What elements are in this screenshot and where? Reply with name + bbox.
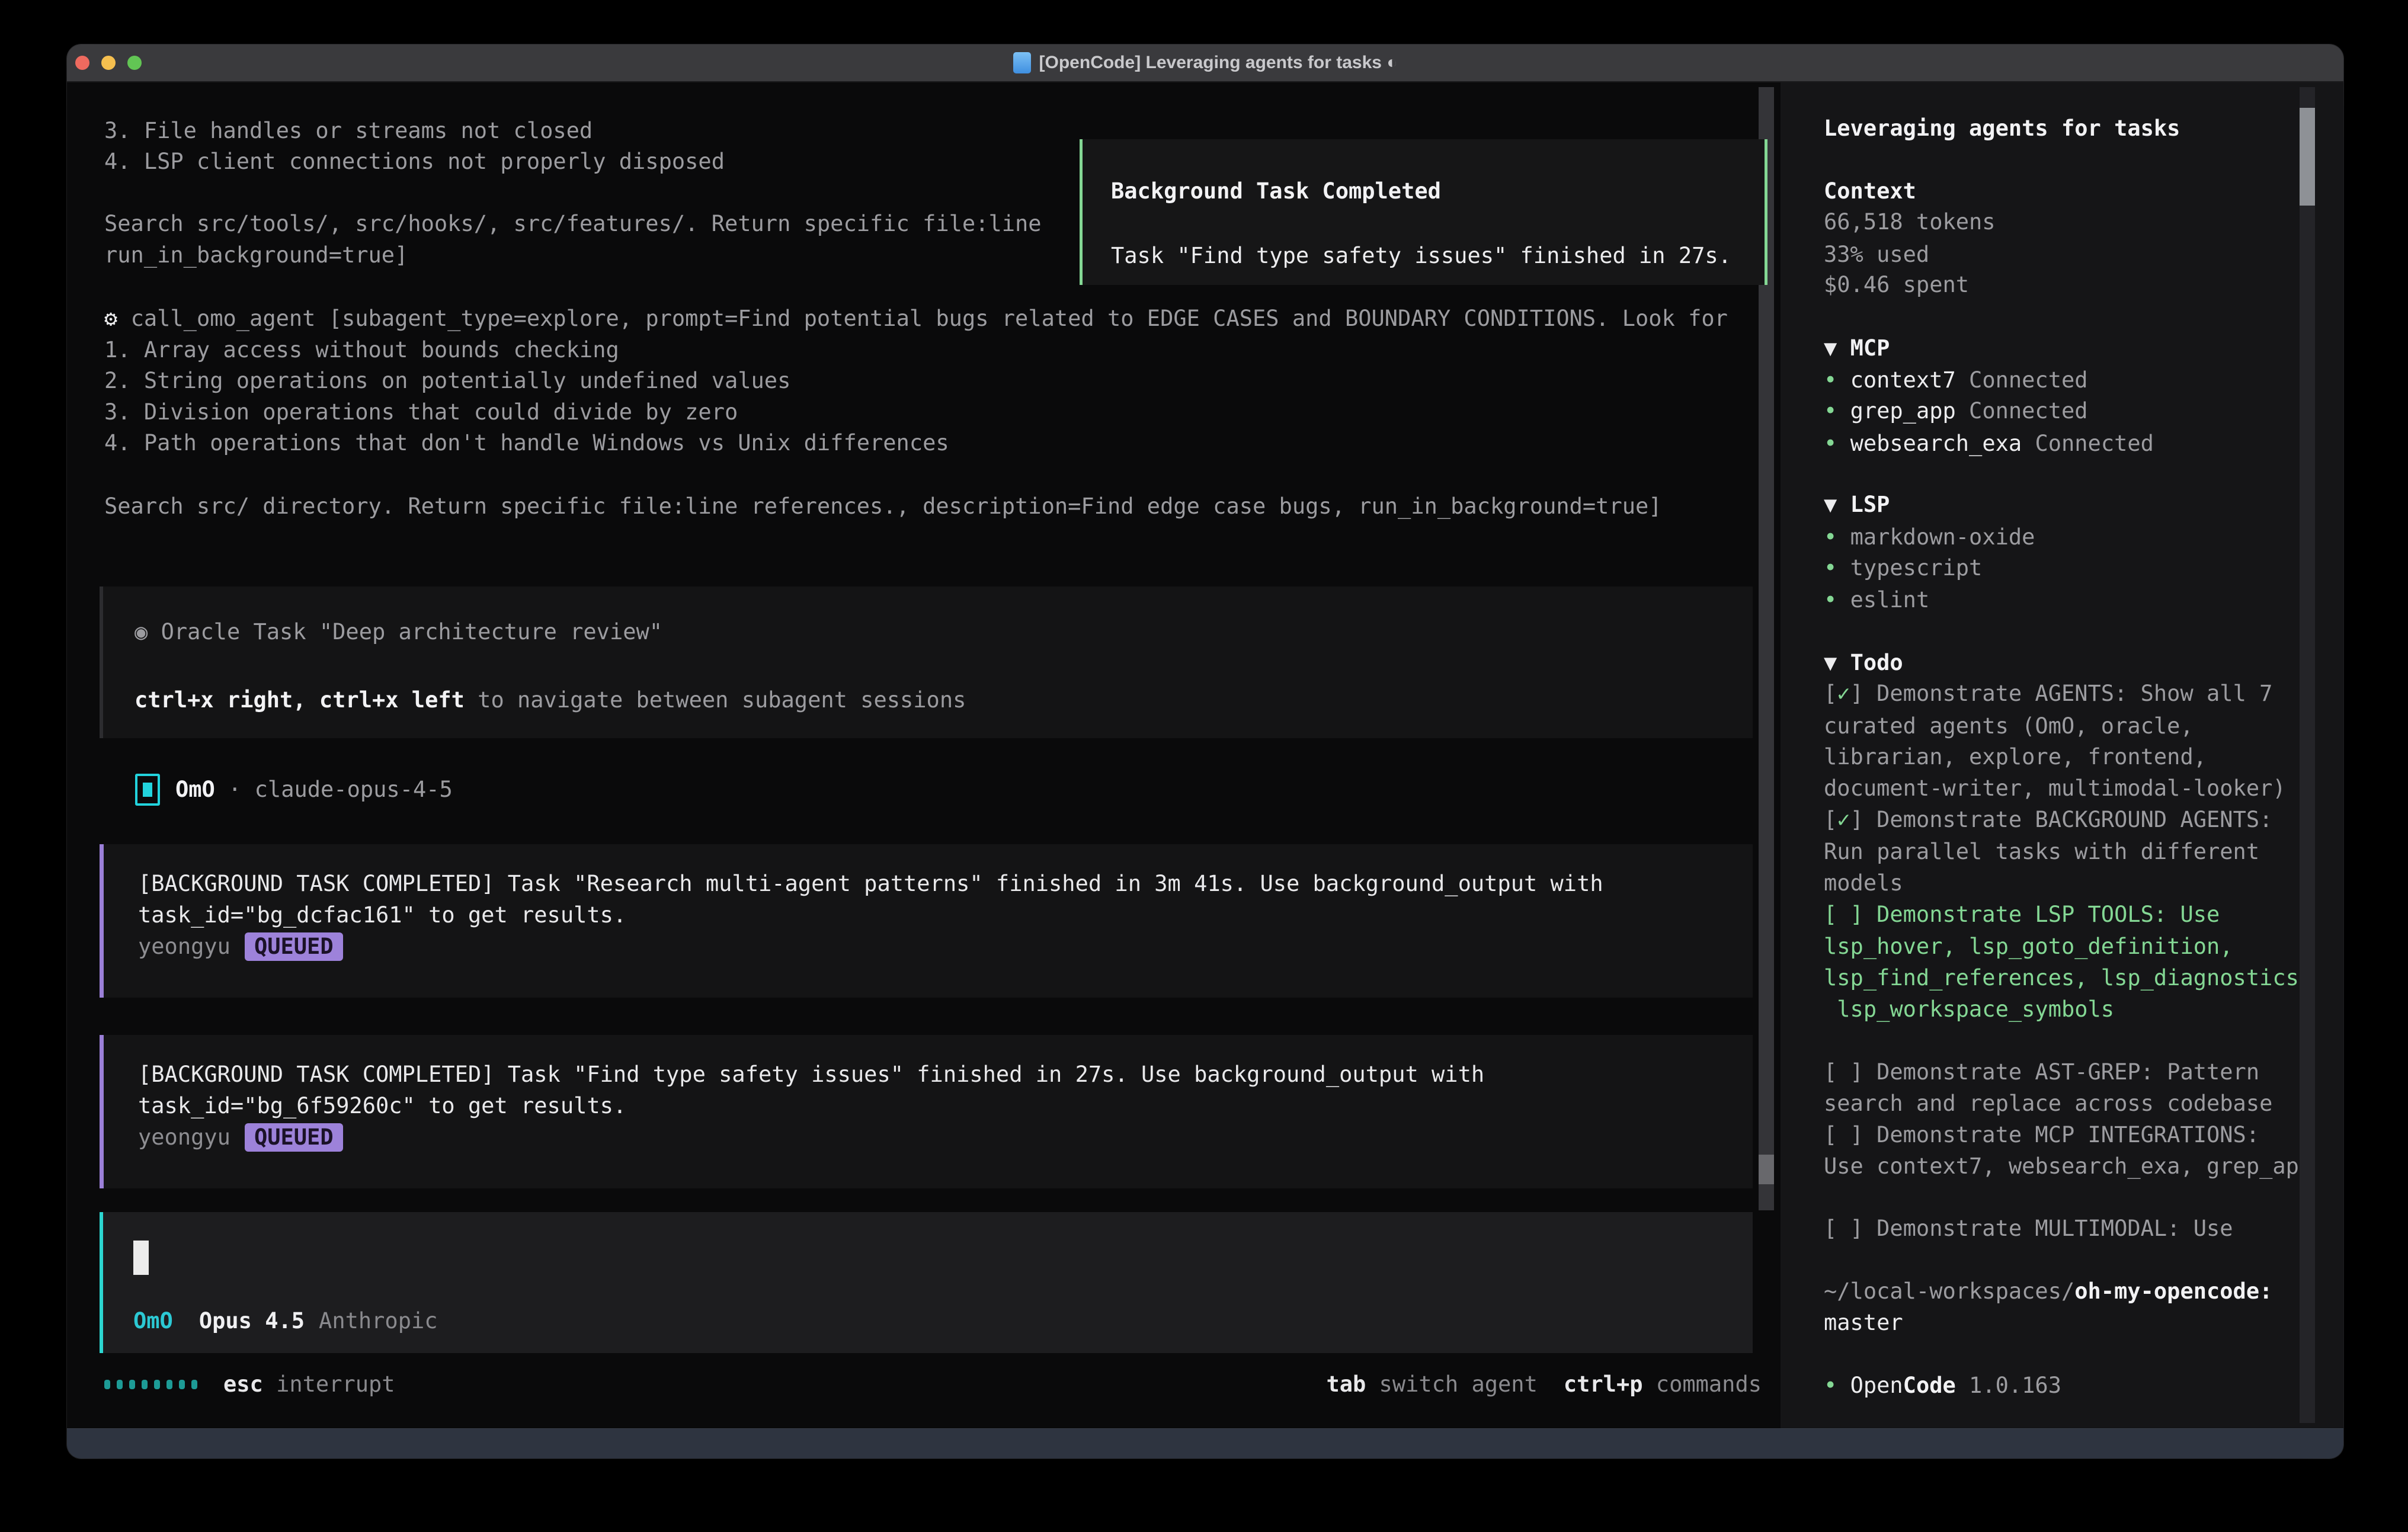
sidebar-line: $0.46 spent <box>1824 269 2304 300</box>
sidebar-line: • grep_app Connected <box>1824 395 2304 427</box>
window-title-text: [OpenCode] Leveraging agents for tasks ◐ <box>1039 53 1398 73</box>
switch-agent-label: switch agent <box>1366 1371 1538 1397</box>
input-meta: OmO Opus 4.5 Anthropic <box>133 1305 438 1337</box>
sidebar-line: [ ] Demonstrate MULTIMODAL: Use <box>1824 1213 2304 1244</box>
sidebar-line: [ ] Demonstrate AST-GREP: Pattern <box>1824 1056 2304 1088</box>
oracle-task-hint: ctrl+x right, ctrl+x left to navigate be… <box>135 684 966 716</box>
terminal-line: 2. String operations on potentially unde… <box>104 365 790 396</box>
prompt-input[interactable]: OmO Opus 4.5 Anthropic <box>100 1212 1753 1353</box>
task-line: [BACKGROUND TASK COMPLETED] Task "Resear… <box>138 868 1603 899</box>
terminal-line: 1. Array access without bounds checking <box>104 334 619 366</box>
agent-name: OmO <box>175 777 215 802</box>
tab-key-hint[interactable]: tab <box>1326 1371 1366 1397</box>
input-agent: OmO <box>133 1305 173 1337</box>
terminal-line: Search src/ directory. Return specific f… <box>104 491 1662 522</box>
opencode-window: [OpenCode] Leveraging agents for tasks ◐… <box>67 44 2343 1459</box>
sidebar-line: Use context7, websearch_exa, grep_app <box>1824 1150 2304 1182</box>
esc-key-hint[interactable]: esc <box>223 1371 263 1397</box>
sidebar-line: curated agents (OmO, oracle, <box>1824 710 2304 742</box>
task-user: yeongyu <box>138 1121 230 1153</box>
scrollbar-thumb[interactable] <box>1759 1155 1774 1184</box>
sidebar-line: • context7 Connected <box>1824 364 2304 396</box>
sidebar-line: • typescript <box>1824 552 2304 584</box>
background-task-toast: Background Task Completed Task "Find typ… <box>1080 139 1767 285</box>
sidebar-line: • markdown-oxide <box>1824 521 2304 553</box>
progress-spinner-icon <box>104 1380 197 1389</box>
interrupt-label: interrupt <box>263 1371 395 1397</box>
status-bar: esc interrupt tab switch agent ctrl+p co… <box>104 1368 1762 1400</box>
terminal-line: 3. File handles or streams not closed <box>104 115 593 146</box>
sidebar-line[interactable]: ▼ LSP <box>1824 489 2304 520</box>
conversation-pane[interactable]: 3. File handles or streams not closed4. … <box>67 82 1781 1429</box>
agent-checkbox-icon <box>135 774 160 806</box>
terminal-line: 4. Path operations that don't handle Win… <box>104 427 949 459</box>
task-line: task_id="bg_6f59260c" to get results. <box>138 1090 626 1121</box>
window-bottom-bar <box>67 1428 2343 1459</box>
status-badge: QUEUED <box>245 1123 343 1152</box>
oracle-task-title: ◉ Oracle Task "Deep architecture review" <box>135 616 662 648</box>
task-meta: yeongyu QUEUED <box>138 1121 343 1153</box>
sidebar-line: models <box>1824 867 2304 899</box>
oracle-task-box: ◉ Oracle Task "Deep architecture review"… <box>100 586 1753 738</box>
minimize-button[interactable] <box>101 56 116 70</box>
task-line: task_id="bg_dcfac161" to get results. <box>138 899 626 931</box>
sidebar: Leveraging agents for tasks Context66,518… <box>1781 82 2343 1429</box>
sidebar-line: ~/local-workspaces/oh-my-opencode: <box>1824 1275 2304 1307</box>
commands-label: commands <box>1643 1371 1762 1397</box>
sidebar-line: 33% used <box>1824 239 2304 270</box>
sidebar-line: [✓] Demonstrate AGENTS: Show all 7 <box>1824 678 2304 709</box>
agent-header: OmO · claude-opus-4-5 <box>135 774 453 805</box>
traffic-lights <box>75 44 142 81</box>
sidebar-scrollbar[interactable] <box>2300 87 2315 1423</box>
agent-separator: · <box>215 777 255 802</box>
folder-icon <box>1013 52 1031 73</box>
input-model: Opus 4.5 <box>199 1305 305 1337</box>
task-line: [BACKGROUND TASK COMPLETED] Task "Find t… <box>138 1059 1484 1090</box>
sidebar-line: 66,518 tokens <box>1824 206 2304 238</box>
scrollbar-thumb[interactable] <box>2300 108 2315 206</box>
input-provider: Anthropic <box>319 1305 437 1337</box>
titlebar[interactable]: [OpenCode] Leveraging agents for tasks ◐ <box>67 44 2343 82</box>
sidebar-line: [ ] Demonstrate MCP INTEGRATIONS: <box>1824 1119 2304 1150</box>
sidebar-line: search and replace across codebase <box>1824 1088 2304 1119</box>
sidebar-line: Leveraging agents for tasks <box>1824 113 2304 144</box>
sidebar-line: Context <box>1824 175 2304 207</box>
status-badge: QUEUED <box>245 932 343 961</box>
terminal-line: 3. Division operations that could divide… <box>104 396 738 428</box>
sidebar-line: [ ] Demonstrate LSP TOOLS: Use <box>1824 899 2304 930</box>
desktop: [OpenCode] Leveraging agents for tasks ◐… <box>0 0 2408 1532</box>
sidebar-line: lsp_workspace_symbols <box>1824 993 2304 1025</box>
task-block: [BACKGROUND TASK COMPLETED] Task "Find t… <box>100 1035 1753 1188</box>
terminal-line: ⚙ call_omo_agent [subagent_type=explore,… <box>104 303 1728 334</box>
sidebar-line: lsp_find_references, lsp_diagnostics, <box>1824 962 2304 993</box>
task-user: yeongyu <box>138 931 230 962</box>
sidebar-line: Run parallel tasks with different <box>1824 836 2304 867</box>
task-block: [BACKGROUND TASK COMPLETED] Task "Resear… <box>100 844 1753 998</box>
window-title: [OpenCode] Leveraging agents for tasks ◐ <box>1013 52 1398 73</box>
sidebar-line[interactable]: ▼ Todo <box>1824 647 2304 678</box>
sidebar-line: • OpenCode 1.0.163 <box>1824 1370 2304 1401</box>
sidebar-line: • eslint <box>1824 584 2304 616</box>
close-button[interactable] <box>75 56 89 70</box>
terminal-line: Search src/tools/, src/hooks/, src/featu… <box>104 208 1042 239</box>
toast-body: Task "Find type safety issues" finished … <box>1111 240 1731 271</box>
ctrlp-key-hint[interactable]: ctrl+p <box>1564 1371 1643 1397</box>
terminal-line: run_in_background=true] <box>104 239 408 271</box>
sidebar-line: master <box>1824 1307 2304 1338</box>
sidebar-line: document-writer, multimodal-looker) <box>1824 773 2304 804</box>
sidebar-line[interactable]: ▼ MCP <box>1824 332 2304 364</box>
sidebar-line: [✓] Demonstrate BACKGROUND AGENTS: <box>1824 804 2304 835</box>
window-content: 3. File handles or streams not closed4. … <box>67 82 2343 1429</box>
toast-title: Background Task Completed <box>1111 175 1441 207</box>
zoom-button[interactable] <box>127 56 142 70</box>
task-meta: yeongyu QUEUED <box>138 931 343 962</box>
sidebar-line: lsp_hover, lsp_goto_definition, <box>1824 931 2304 962</box>
sidebar-line: • websearch_exa Connected <box>1824 428 2304 459</box>
text-cursor <box>133 1241 149 1275</box>
agent-model: claude-opus-4-5 <box>255 777 453 802</box>
sidebar-line: librarian, explore, frontend, <box>1824 741 2304 773</box>
terminal-line: 4. LSP client connections not properly d… <box>104 146 725 177</box>
